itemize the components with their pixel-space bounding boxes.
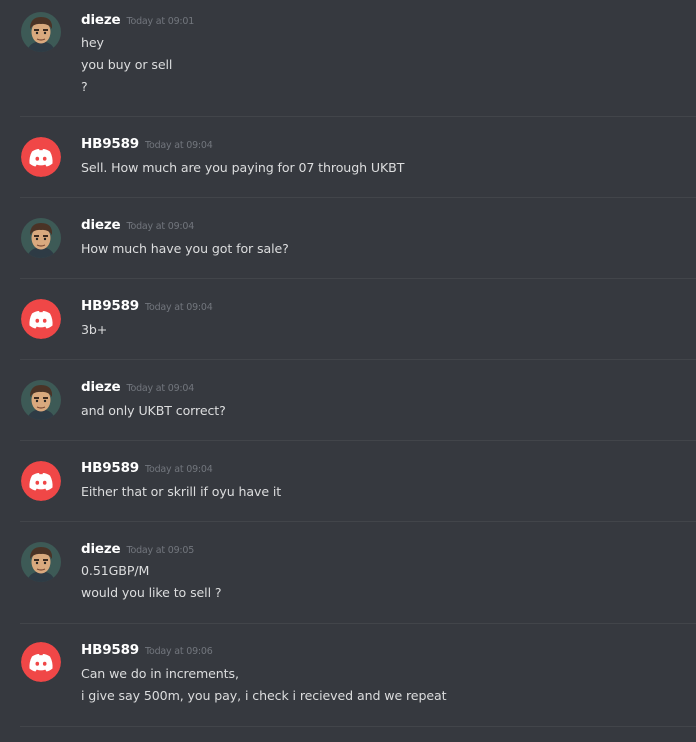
username[interactable]: HB9589 bbox=[81, 460, 139, 476]
username[interactable]: HB9589 bbox=[81, 642, 139, 658]
discord-logo-avatar[interactable] bbox=[21, 642, 61, 682]
timestamp: Today at 09:04 bbox=[126, 221, 195, 232]
message-header: dieze Today at 09:01 bbox=[81, 12, 194, 28]
message-divider bbox=[20, 726, 696, 727]
message-header: dieze Today at 09:05 bbox=[81, 541, 194, 557]
message-line: How much have you got for sale? bbox=[81, 241, 289, 256]
message-line: would you like to sell ? bbox=[81, 585, 222, 600]
username[interactable]: dieze bbox=[81, 12, 121, 28]
message-content: Can we do in increments, i give say 500m… bbox=[81, 663, 686, 707]
message-content: and only UKBT correct? bbox=[81, 400, 686, 422]
message-content: How much have you got for sale? bbox=[81, 238, 686, 260]
message: dieze Today at 09:01 hey you buy or sell… bbox=[0, 0, 696, 118]
message-header: dieze Today at 09:04 bbox=[81, 379, 194, 395]
message: dieze Today at 09:04 and only UKBT corre… bbox=[0, 360, 696, 441]
message-header: HB9589 Today at 09:04 bbox=[81, 298, 213, 314]
message: dieze Today at 09:04 How much have you g… bbox=[0, 198, 696, 279]
message: HB9589 Today at 09:04 3b+ bbox=[0, 279, 696, 360]
chat-messages: dieze Today at 09:01 hey you buy or sell… bbox=[0, 0, 696, 742]
message-header: HB9589 Today at 09:06 bbox=[81, 642, 213, 658]
timestamp: Today at 09:04 bbox=[144, 302, 213, 313]
timestamp: Today at 09:04 bbox=[144, 140, 213, 151]
timestamp: Today at 09:06 bbox=[144, 646, 213, 657]
dieze-avatar[interactable] bbox=[21, 12, 61, 52]
message-header: HB9589 Today at 09:04 bbox=[81, 460, 213, 476]
discord-logo-avatar[interactable] bbox=[21, 299, 61, 339]
timestamp: Today at 09:01 bbox=[126, 16, 195, 27]
message-content: Either that or skrill if oyu have it bbox=[81, 481, 686, 503]
username[interactable]: HB9589 bbox=[81, 136, 139, 152]
username[interactable]: dieze bbox=[81, 217, 121, 233]
message-line: Sell. How much are you paying for 07 thr… bbox=[81, 160, 405, 175]
message-line: i give say 500m, you pay, i check i reci… bbox=[81, 688, 447, 703]
discord-logo-avatar[interactable] bbox=[21, 137, 61, 177]
message-line: 3b+ bbox=[81, 322, 108, 337]
message-line: Either that or skrill if oyu have it bbox=[81, 484, 282, 499]
timestamp: Today at 09:05 bbox=[126, 545, 195, 556]
message-line: and only UKBT correct? bbox=[81, 403, 226, 418]
message-line: you buy or sell bbox=[81, 57, 173, 72]
message-line: 0.51GBP/M bbox=[81, 563, 150, 578]
dieze-avatar[interactable] bbox=[21, 542, 61, 582]
message-content: 0.51GBP/M would you like to sell ? bbox=[81, 560, 686, 604]
timestamp: Today at 09:04 bbox=[144, 464, 213, 475]
message-line: hey bbox=[81, 35, 104, 50]
dieze-avatar[interactable] bbox=[21, 218, 61, 258]
dieze-avatar[interactable] bbox=[21, 380, 61, 420]
message-content: Sell. How much are you paying for 07 thr… bbox=[81, 157, 686, 179]
message-content: 3b+ bbox=[81, 319, 686, 341]
username[interactable]: HB9589 bbox=[81, 298, 139, 314]
message: HB9589 Today at 09:04 Sell. How much are… bbox=[0, 117, 696, 198]
timestamp: Today at 09:04 bbox=[126, 383, 195, 394]
message: dieze Today at 09:05 0.51GBP/M would you… bbox=[0, 522, 696, 624]
username[interactable]: dieze bbox=[81, 541, 121, 557]
message-line: ? bbox=[81, 79, 88, 94]
message: HB9589 Today at 09:04 Either that or skr… bbox=[0, 441, 696, 522]
discord-logo-avatar[interactable] bbox=[21, 461, 61, 501]
message-header: dieze Today at 09:04 bbox=[81, 217, 194, 233]
message-line: Can we do in increments, bbox=[81, 666, 239, 681]
message-header: HB9589 Today at 09:04 bbox=[81, 136, 213, 152]
username[interactable]: dieze bbox=[81, 379, 121, 395]
message-content: hey you buy or sell ? bbox=[81, 32, 686, 98]
message: HB9589 Today at 09:06 Can we do in incre… bbox=[0, 624, 696, 727]
